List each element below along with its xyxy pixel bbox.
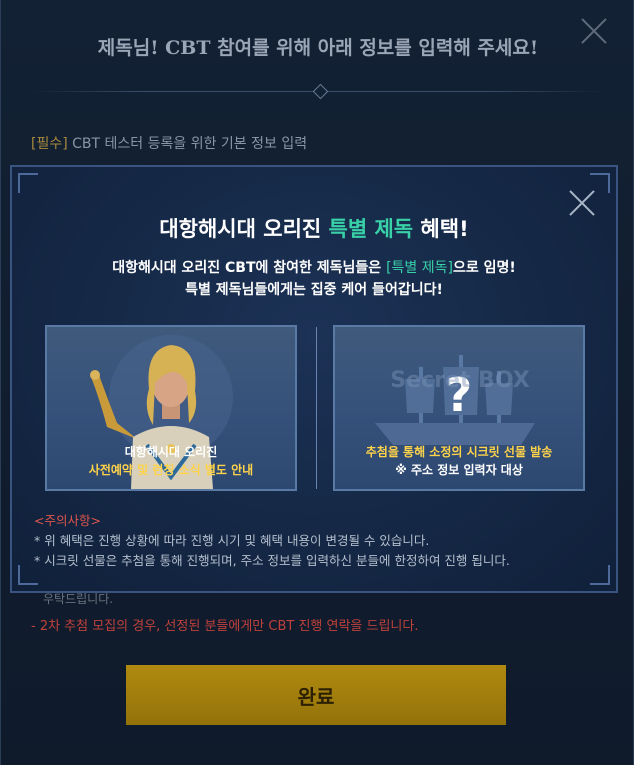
form-title: 제독님! CBT 참여를 위해 아래 정보를 입력해 주세요! [97, 37, 539, 59]
benefit-modal: 대항해시대 오리진 특별 제독 혜택! 대항해시대 오리진 CBT에 참여한 제… [10, 165, 618, 593]
notice-title: <주의사항> [34, 513, 101, 528]
section-heading-label: CBT 테스터 등록을 위한 기본 정보 입력 [67, 136, 308, 152]
card-caption: 추첨을 통해 소정의 시크릿 선물 발송 ※ 주소 정보 입력자 대상 [335, 443, 583, 479]
desc-line1-prefix: 대항해시대 오리진 CBT에 참여한 제독님들은 [112, 260, 387, 276]
desc-line1-suffix: 으로 임명! [452, 260, 516, 276]
secret-box-watermark: Secret BOX [390, 368, 530, 393]
modal-desc-line1: 대항해시대 오리진 CBT에 참여한 제독님들은 [특별 제독]으로 임명! [12, 257, 616, 279]
corner-ornament [590, 565, 610, 585]
card-caption-line1: 대항해시대 오리진 [124, 445, 218, 459]
notice-line: * 위 혜택은 진행 상황에 따라 진행 시기 및 혜택 내용이 변경될 수 있… [34, 533, 430, 548]
form-close-icon[interactable] [579, 16, 609, 46]
notice-section: <주의사항> * 위 혜택은 진행 상황에 따라 진행 시기 및 혜택 내용이 … [34, 511, 510, 571]
card-caption-line2: 사전예약 및 런칭 소식 별도 안내 [88, 463, 254, 477]
desc-line1-highlight: [특별 제독] [386, 260, 453, 276]
benefit-card-secret-gift: ? Secret BOX 추첨을 통해 소정의 시크릿 선물 발송 ※ 주소 정… [333, 325, 585, 491]
card-separator [316, 327, 317, 489]
modal-title: 대항해시대 오리진 특별 제독 혜택! [12, 213, 616, 243]
card-caption: 대항해시대 오리진 사전예약 및 런칭 소식 별도 안내 [47, 443, 295, 479]
modal-title-prefix: 대항해시대 오리진 [159, 217, 329, 241]
benefit-card-launch-news: 대항해시대 오리진 사전예약 및 런칭 소식 별도 안내 [45, 325, 297, 491]
complete-button[interactable]: 완료 [126, 665, 506, 725]
form-note-second-round: - 2차 추첨 모집의 경우, 선정된 분들에게만 CBT 진행 연락을 드립니… [31, 619, 419, 634]
modal-title-suffix: 혜택! [413, 217, 469, 241]
divider-diamond-icon [312, 83, 329, 100]
notice-line: * 시크릿 선물은 추첨을 통해 진행되며, 주소 정보를 입력하신 분들에 한… [34, 553, 510, 568]
corner-ornament [18, 173, 38, 193]
card-caption-line2: ※ 주소 정보 입력자 대상 [395, 463, 523, 477]
modal-desc-line2: 특별 제독님들에게는 집중 케어 들어갑니다! [185, 282, 443, 298]
card-caption-line1: 추첨을 통해 소정의 시크릿 선물 발송 [365, 445, 553, 459]
modal-title-highlight: 특별 제독 [328, 217, 414, 241]
required-tag: [필수] [31, 136, 68, 152]
modal-description: 대항해시대 오리진 CBT에 참여한 제독님들은 [특별 제독]으로 임명! 특… [12, 257, 616, 301]
section-heading: [필수] CBT 테스터 등록을 위한 기본 정보 입력 [31, 133, 307, 153]
